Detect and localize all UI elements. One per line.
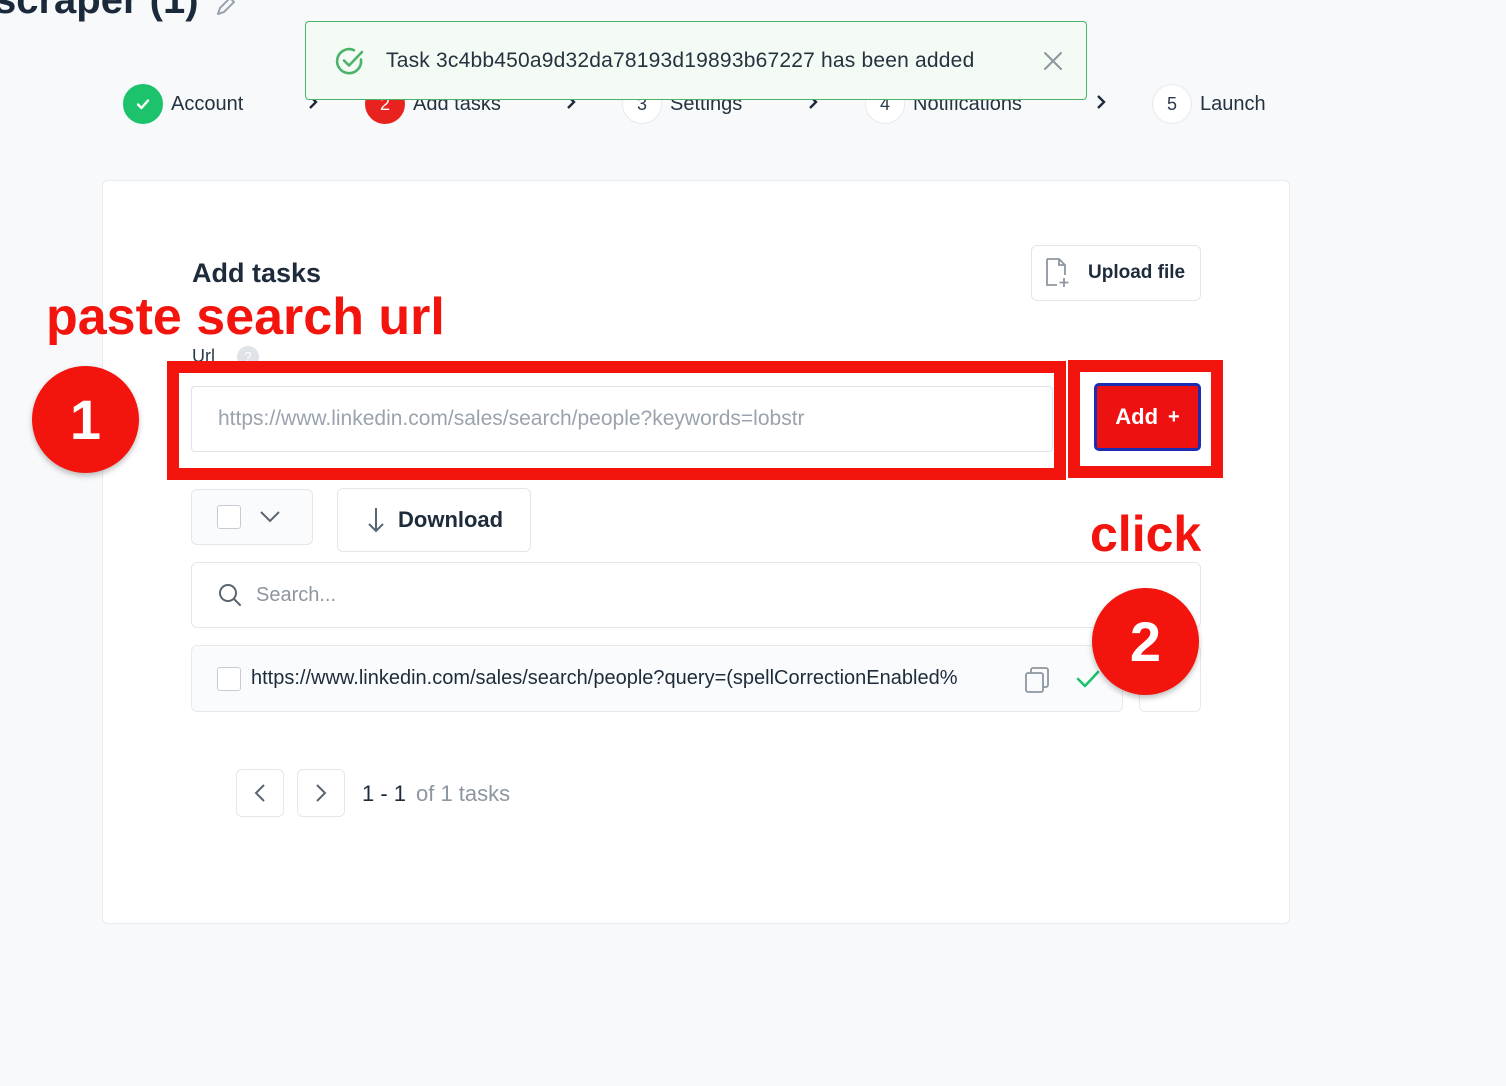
success-toast: Task 3c4bb450a9d32da78193d19893b67227 ha… (305, 21, 1087, 100)
chevron-right-icon (316, 784, 327, 802)
page: scraper (1) Account 2 Add tasks 3 Settin… (0, 0, 1506, 1086)
prev-page-button[interactable] (236, 769, 284, 817)
select-all-checkbox[interactable] (217, 505, 241, 529)
check-icon (1076, 670, 1100, 688)
plus-icon: + (1168, 405, 1180, 428)
download-button[interactable]: Download (337, 488, 531, 552)
search-box[interactable] (191, 562, 1201, 628)
search-input[interactable] (256, 583, 1076, 607)
annotation-step-1: 1 (32, 366, 139, 473)
page-total: of 1 tasks (416, 781, 511, 806)
download-label: Download (398, 507, 504, 532)
annotation-step-2: 2 (1092, 588, 1199, 695)
step-account[interactable]: Account (123, 84, 243, 124)
chevron-right-icon (1097, 95, 1106, 109)
row-checkbox[interactable] (217, 666, 241, 691)
page-range: 1 - 1 (362, 781, 407, 806)
toast-message: Task 3c4bb450a9d32da78193d19893b67227 ha… (386, 48, 975, 72)
step-label: Launch (1200, 92, 1266, 115)
upload-file-button[interactable]: Upload file (1031, 245, 1201, 301)
file-add-icon (1046, 258, 1069, 287)
url-label: Url (192, 346, 215, 366)
next-page-button[interactable] (297, 769, 345, 817)
chevron-down-icon (260, 511, 280, 523)
chevron-left-icon (254, 784, 265, 802)
arrow-down-icon (368, 508, 384, 533)
copy-icon[interactable] (1024, 666, 1050, 694)
step-number: 5 (1152, 84, 1192, 124)
section-title: Add tasks (192, 258, 322, 288)
step-launch[interactable]: 5 Launch (1152, 84, 1266, 124)
add-button[interactable]: Add + (1094, 383, 1201, 451)
table-row: https://www.linkedin.com/sales/search/pe… (191, 645, 1123, 712)
url-input[interactable] (191, 386, 1053, 452)
annotation-click-label: click (1090, 506, 1202, 562)
step-label: Account (171, 92, 244, 115)
search-icon (219, 584, 241, 606)
check-circle-icon (335, 47, 364, 74)
upload-file-label: Upload file (1088, 262, 1186, 283)
help-icon[interactable]: ? (237, 346, 259, 368)
add-button-label: Add (1115, 404, 1159, 429)
check-icon (136, 99, 150, 110)
close-icon[interactable] (1040, 48, 1066, 74)
annotation-paste-label: paste search url (46, 288, 445, 346)
page-title: scraper (1) (0, 0, 199, 22)
step-done-circle (123, 84, 163, 124)
pencil-icon[interactable] (214, 0, 238, 18)
select-all-dropdown[interactable] (191, 489, 313, 545)
task-url: https://www.linkedin.com/sales/search/pe… (251, 667, 958, 689)
